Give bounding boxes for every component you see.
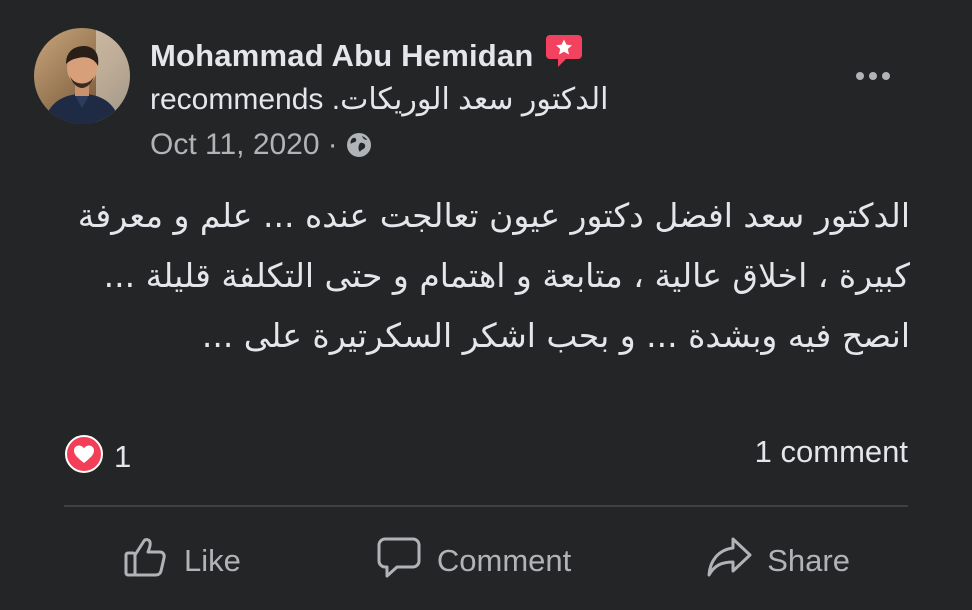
comment-bubble-icon	[375, 533, 423, 589]
share-button[interactable]: Share	[647, 523, 908, 599]
author-line: Mohammad Abu Hemidan	[150, 34, 584, 78]
recommended-page-name[interactable]: الدكتور سعد الوريكات.	[332, 83, 609, 116]
recommends-line: recommends الدكتور سعد الوريكات.	[150, 82, 608, 117]
divider	[64, 505, 908, 507]
post-meta: Oct 11, 2020 ·	[150, 128, 372, 162]
avatar-photo	[34, 28, 130, 124]
more-dot-icon	[882, 72, 890, 80]
post-body-text[interactable]: الدكتور سعد افضل دكتور عيون تعالجت عنده …	[30, 186, 910, 366]
reaction-count: 1	[114, 438, 132, 474]
globe-icon	[346, 132, 372, 158]
like-label: Like	[184, 543, 241, 578]
share-arrow-icon	[705, 533, 753, 589]
thumbs-up-icon	[122, 533, 170, 589]
comment-count-link[interactable]: 1 comment	[755, 434, 908, 470]
more-options-button[interactable]	[846, 58, 900, 94]
recommendation-post: Mohammad Abu Hemidan recommends الدكتور …	[0, 0, 972, 610]
action-bar: Like Comment Share	[64, 520, 908, 602]
meta-separator: ·	[327, 128, 338, 161]
post-date[interactable]: Oct 11, 2020	[150, 128, 320, 162]
recommends-label: recommends	[150, 83, 324, 116]
more-dot-icon	[869, 72, 877, 80]
recommendation-star-icon	[544, 31, 584, 71]
like-button[interactable]: Like	[64, 523, 299, 599]
author-avatar[interactable]	[34, 28, 130, 124]
more-dot-icon	[856, 72, 864, 80]
reactions-summary[interactable]: 1	[64, 434, 131, 479]
love-icon	[64, 434, 104, 479]
author-name[interactable]: Mohammad Abu Hemidan	[150, 38, 534, 74]
comment-label: Comment	[436, 543, 572, 578]
comment-button[interactable]: Comment	[317, 523, 629, 599]
share-label: Share	[767, 543, 850, 578]
